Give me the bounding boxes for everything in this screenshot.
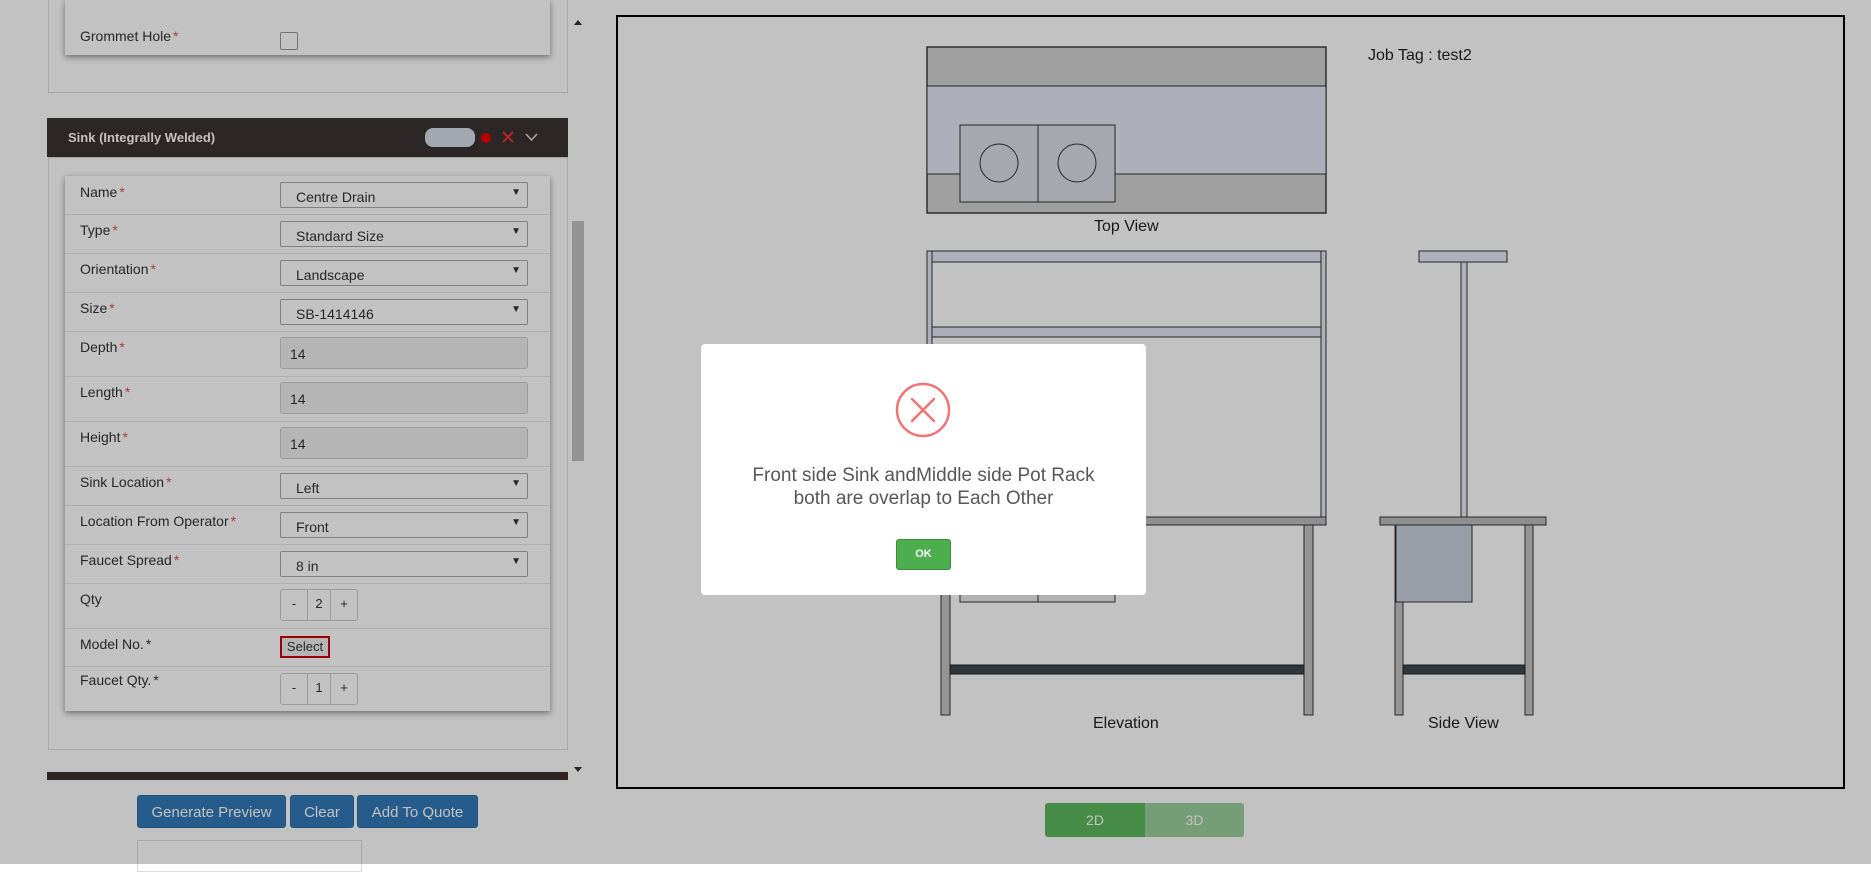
alert-message-line1: Front side Sink andMiddle side Pot Rack xyxy=(752,465,1095,486)
alert-modal: Front side Sink andMiddle side Pot Rack … xyxy=(701,344,1146,595)
alert-message-line2: both are overlap to Each Other xyxy=(793,488,1054,509)
error-x-icon xyxy=(895,382,951,438)
alert-message: Front side Sink andMiddle side Pot Rack … xyxy=(701,464,1146,510)
alert-ok-button[interactable]: OK xyxy=(896,539,951,570)
